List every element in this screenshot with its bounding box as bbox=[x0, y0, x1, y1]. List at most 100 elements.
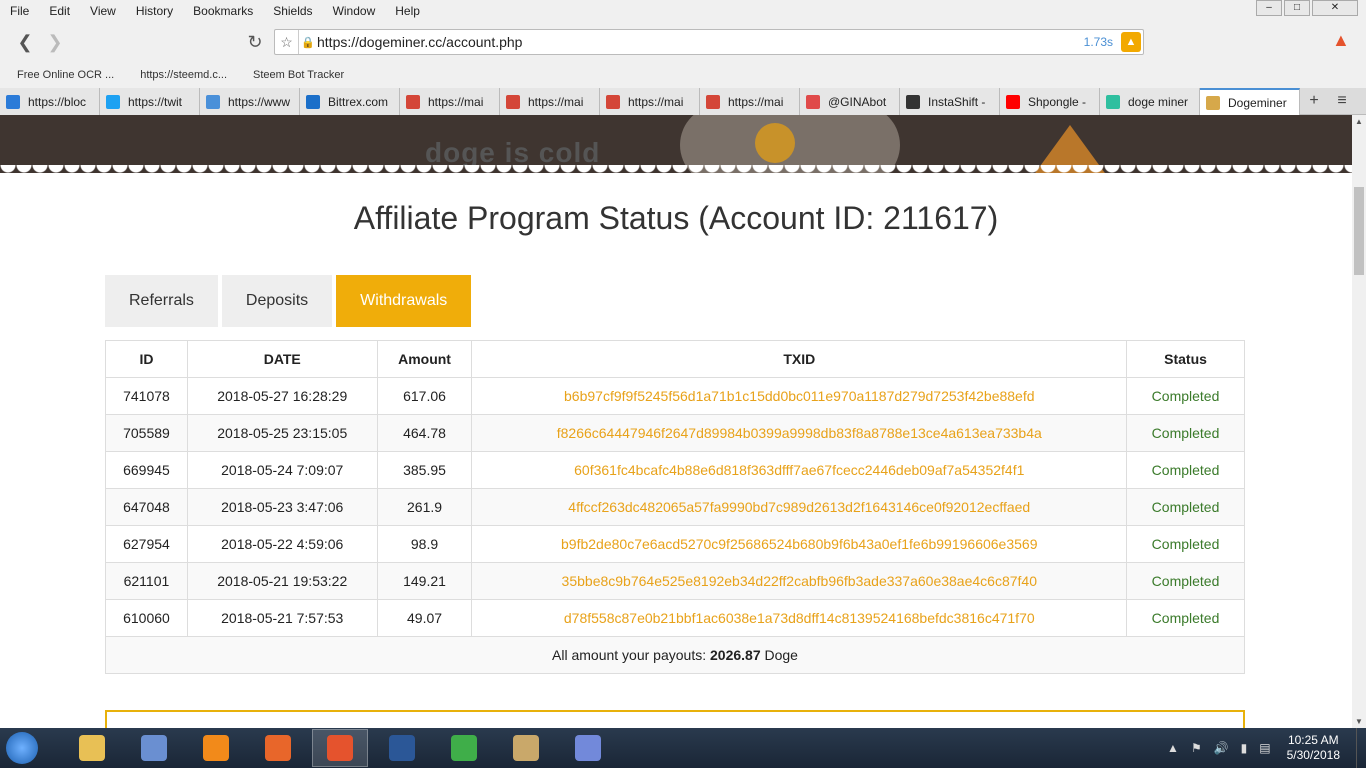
tab-deposits[interactable]: Deposits bbox=[221, 275, 333, 327]
scroll-thumb[interactable] bbox=[1354, 187, 1364, 275]
discord-icon bbox=[575, 735, 601, 761]
withdrawal-status: Completed bbox=[1126, 562, 1245, 600]
browser-tab[interactable]: Dogeminer bbox=[1200, 88, 1300, 115]
address-bar[interactable]: ☆ 🔒 https://dogeminer.cc/account.php 1.7… bbox=[274, 29, 1144, 55]
column-header-status[interactable]: Status bbox=[1126, 340, 1245, 378]
tab-favicon-icon bbox=[1006, 94, 1020, 109]
browser-tab[interactable]: https://twit bbox=[100, 88, 200, 115]
taskbar-discord[interactable] bbox=[560, 729, 616, 767]
banner-wave bbox=[0, 165, 1352, 173]
browser-tab[interactable]: https://bloc bbox=[0, 88, 100, 115]
doge-coin-icon bbox=[755, 123, 795, 163]
tab-menu-icon[interactable]: ≡ bbox=[1328, 88, 1356, 114]
taskbar-explorer[interactable] bbox=[64, 729, 120, 767]
close-button[interactable]: ✕ bbox=[1312, 0, 1358, 16]
url-text[interactable]: https://dogeminer.cc/account.php bbox=[317, 34, 1084, 50]
taskbar-brave[interactable] bbox=[312, 729, 368, 767]
tab-favicon-icon bbox=[506, 94, 520, 109]
tab-label: https://mai bbox=[528, 94, 584, 109]
browser-tab[interactable]: doge miner bbox=[1100, 88, 1200, 115]
page-scrollbar[interactable]: ▲ ▼ bbox=[1352, 115, 1366, 728]
menu-window[interactable]: Window bbox=[323, 4, 386, 18]
withdrawal-date: 2018-05-27 16:28:29 bbox=[186, 377, 378, 415]
menu-help[interactable]: Help bbox=[385, 4, 430, 18]
txid-link[interactable]: f8266c64447946f2647d89984b0399a9998db83f… bbox=[471, 414, 1128, 452]
browser-tab[interactable]: @GINAbot bbox=[800, 88, 900, 115]
browser-tab[interactable]: Bittrex.com bbox=[300, 88, 400, 115]
back-icon[interactable]: ❮ bbox=[10, 27, 40, 57]
withdrawal-status: Completed bbox=[1126, 525, 1245, 563]
shield-icon[interactable]: ▲ bbox=[1121, 32, 1141, 52]
withdrawal-id: 610060 bbox=[105, 599, 188, 637]
browser-tab[interactable]: InstaShift - bbox=[900, 88, 1000, 115]
affiliate-tabs: Referrals Deposits Withdrawals bbox=[105, 275, 472, 327]
bookmark-item[interactable]: https://steemd.c... bbox=[123, 69, 236, 81]
tab-label: Bittrex.com bbox=[328, 94, 389, 109]
firefox-icon bbox=[265, 735, 291, 761]
txid-link[interactable]: d78f558c87e0b21bbf1ac6038e1a73d8dff14c81… bbox=[471, 599, 1128, 637]
browser-tab[interactable]: Shpongle - bbox=[1000, 88, 1100, 115]
menu-bookmarks[interactable]: Bookmarks bbox=[183, 4, 263, 18]
menu-edit[interactable]: Edit bbox=[39, 4, 80, 18]
volume-icon[interactable]: 🔊 bbox=[1214, 741, 1229, 755]
browser-tab[interactable]: https://mai bbox=[700, 88, 800, 115]
clock[interactable]: 10:25 AM 5/30/2018 bbox=[1287, 733, 1340, 763]
txid-link[interactable]: 60f361fc4bcafc4b88e6d818f363dfff7ae67fce… bbox=[471, 451, 1128, 489]
taskbar-chrome[interactable] bbox=[436, 729, 492, 767]
menu-history[interactable]: History bbox=[126, 4, 183, 18]
window-controls: – □ ✕ bbox=[1256, 0, 1358, 16]
column-header-id[interactable]: ID bbox=[105, 340, 188, 378]
browser-tab[interactable]: https://www bbox=[200, 88, 300, 115]
bookmark-star-icon[interactable]: ☆ bbox=[275, 30, 299, 54]
column-header-txid[interactable]: TXID bbox=[471, 340, 1128, 378]
bookmark-item[interactable]: Steem Bot Tracker bbox=[236, 69, 353, 81]
taskbar-firefox[interactable] bbox=[250, 729, 306, 767]
reload-icon[interactable]: ↻ bbox=[240, 27, 270, 57]
taskbar-vlc[interactable] bbox=[188, 729, 244, 767]
withdrawal-amount: 385.95 bbox=[376, 451, 473, 489]
withdrawal-status: Completed bbox=[1126, 488, 1245, 526]
tab-label: https://mai bbox=[428, 94, 484, 109]
tab-favicon-icon bbox=[1106, 94, 1120, 109]
forward-icon[interactable]: ❯ bbox=[40, 27, 70, 57]
new-tab-icon[interactable]: + bbox=[1300, 88, 1328, 114]
taskbar-paint[interactable] bbox=[498, 729, 554, 767]
withdrawal-id: 647048 bbox=[105, 488, 188, 526]
menu-file[interactable]: File bbox=[0, 4, 39, 18]
bookmark-item[interactable]: Free Online OCR ... bbox=[0, 69, 123, 81]
show-hidden-icons-icon[interactable]: ▲ bbox=[1167, 741, 1179, 755]
withdrawal-id: 669945 bbox=[105, 451, 188, 489]
site-banner: doge is cold bbox=[0, 115, 1352, 173]
table-row: 741078 2018-05-27 16:28:29 617.06 b6b97cf9f… bbox=[105, 377, 1245, 415]
minimize-button[interactable]: – bbox=[1256, 0, 1282, 16]
menu-view[interactable]: View bbox=[80, 4, 126, 18]
power-icon[interactable]: ▮ bbox=[1241, 741, 1248, 755]
scroll-down-icon[interactable]: ▼ bbox=[1355, 717, 1363, 726]
scroll-up-icon[interactable]: ▲ bbox=[1355, 117, 1363, 126]
browser-tab[interactable]: https://mai bbox=[400, 88, 500, 115]
withdrawal-amount: 464.78 bbox=[376, 414, 473, 452]
txid-link[interactable]: 4ffccf263dc482065a57fa9990bd7c989d2613d2… bbox=[471, 488, 1128, 526]
show-desktop-button[interactable] bbox=[1356, 728, 1366, 768]
column-header-amount[interactable]: Amount bbox=[376, 340, 473, 378]
withdrawal-date: 2018-05-25 23:15:05 bbox=[186, 414, 378, 452]
browser-tab[interactable]: https://mai bbox=[600, 88, 700, 115]
maximize-button[interactable]: □ bbox=[1284, 0, 1310, 16]
txid-link[interactable]: b9fb2de80c7e6acd5270c9f25686524b680b9f6b… bbox=[471, 525, 1128, 563]
column-header-date[interactable]: DATE bbox=[186, 340, 378, 378]
total-prefix: All amount your payouts: bbox=[552, 647, 707, 663]
taskbar-word[interactable] bbox=[374, 729, 430, 767]
tab-withdrawals[interactable]: Withdrawals bbox=[336, 275, 472, 327]
txid-link[interactable]: 35bbe8c9b764e525e8192eb34d22ff2cabfb96fb… bbox=[471, 562, 1128, 600]
network-icon[interactable]: ▤ bbox=[1259, 741, 1270, 755]
taskbar-remote-desktop[interactable] bbox=[126, 729, 182, 767]
start-button[interactable] bbox=[0, 728, 44, 768]
txid-link[interactable]: b6b97cf9f9f5245f56d1a71b1c15dd0bc011e970… bbox=[471, 377, 1128, 415]
browser-tab[interactable]: https://mai bbox=[500, 88, 600, 115]
flag-icon[interactable]: ⚑ bbox=[1191, 741, 1202, 755]
tab-referrals[interactable]: Referrals bbox=[105, 275, 218, 327]
brave-icon[interactable]: ▲ bbox=[1332, 30, 1354, 54]
clock-time: 10:25 AM bbox=[1287, 733, 1339, 747]
withdrawal-status: Completed bbox=[1126, 451, 1245, 489]
menu-shields[interactable]: Shields bbox=[263, 4, 322, 18]
